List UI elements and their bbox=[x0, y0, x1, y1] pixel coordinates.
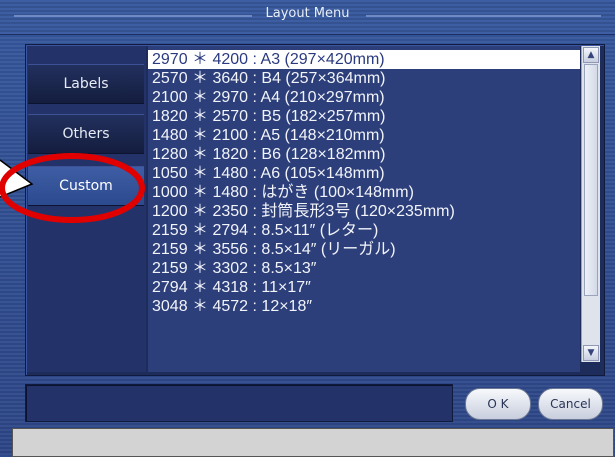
list-item[interactable]: 3048 ＊ 4572 : 12×18″ bbox=[148, 297, 580, 316]
scroll-down-icon[interactable]: ▼ bbox=[583, 345, 599, 361]
scroll-up-icon[interactable]: ▲ bbox=[583, 47, 599, 63]
list-item[interactable]: 2100 ＊ 2970 : A4 (210×297mm) bbox=[148, 88, 580, 107]
title-bar: Layout Menu bbox=[0, 0, 615, 35]
sidebar-item-others[interactable]: Others bbox=[28, 114, 144, 154]
list-item[interactable]: 1200 ＊ 2350 : 封筒長形3号 (120×235mm) bbox=[148, 202, 580, 221]
list-item[interactable]: 1820 ＊ 2570 : B5 (182×257mm) bbox=[148, 107, 580, 126]
custom-size-field[interactable] bbox=[25, 384, 453, 422]
list-item[interactable]: 1000 ＊ 1480 : はがき (100×148mm) bbox=[148, 183, 580, 202]
title-divider-right bbox=[366, 15, 601, 17]
list-item[interactable]: 2159 ＊ 3302 : 8.5×13″ bbox=[148, 259, 580, 278]
sidebar-item-custom[interactable]: Custom bbox=[28, 166, 144, 206]
window-title: Layout Menu bbox=[265, 6, 350, 21]
list-item[interactable]: 2159 ＊ 3556 : 8.5×14″ (リーガル) bbox=[148, 240, 580, 259]
ok-button[interactable]: O K bbox=[465, 388, 531, 420]
list-item[interactable]: 1050 ＊ 1480 : A6 (105×148mm) bbox=[148, 164, 580, 183]
list-item[interactable]: 1280 ＊ 1820 : B6 (128×182mm) bbox=[148, 145, 580, 164]
paper-size-list[interactable]: 2970 ＊ 4200 : A3 (297×420mm) 2570 ＊ 3640… bbox=[148, 46, 580, 372]
list-item[interactable]: 2970 ＊ 4200 : A3 (297×420mm) bbox=[148, 50, 580, 69]
list-item[interactable]: 2570 ＊ 3640 : B4 (257×364mm) bbox=[148, 69, 580, 88]
list-item[interactable]: 2794 ＊ 4318 : 11×17″ bbox=[148, 278, 580, 297]
list-item[interactable]: 2159 ＊ 2794 : 8.5×11″ (レター) bbox=[148, 221, 580, 240]
sidebar-item-labels[interactable]: Labels bbox=[28, 64, 144, 104]
list-scrollbar[interactable]: ▲ ▼ bbox=[581, 46, 600, 362]
status-bar bbox=[12, 428, 614, 457]
scrollbar-thumb[interactable] bbox=[584, 64, 598, 296]
list-item[interactable]: 1480 ＊ 2100 : A5 (148×210mm) bbox=[148, 126, 580, 145]
cancel-button[interactable]: Cancel bbox=[538, 388, 603, 420]
